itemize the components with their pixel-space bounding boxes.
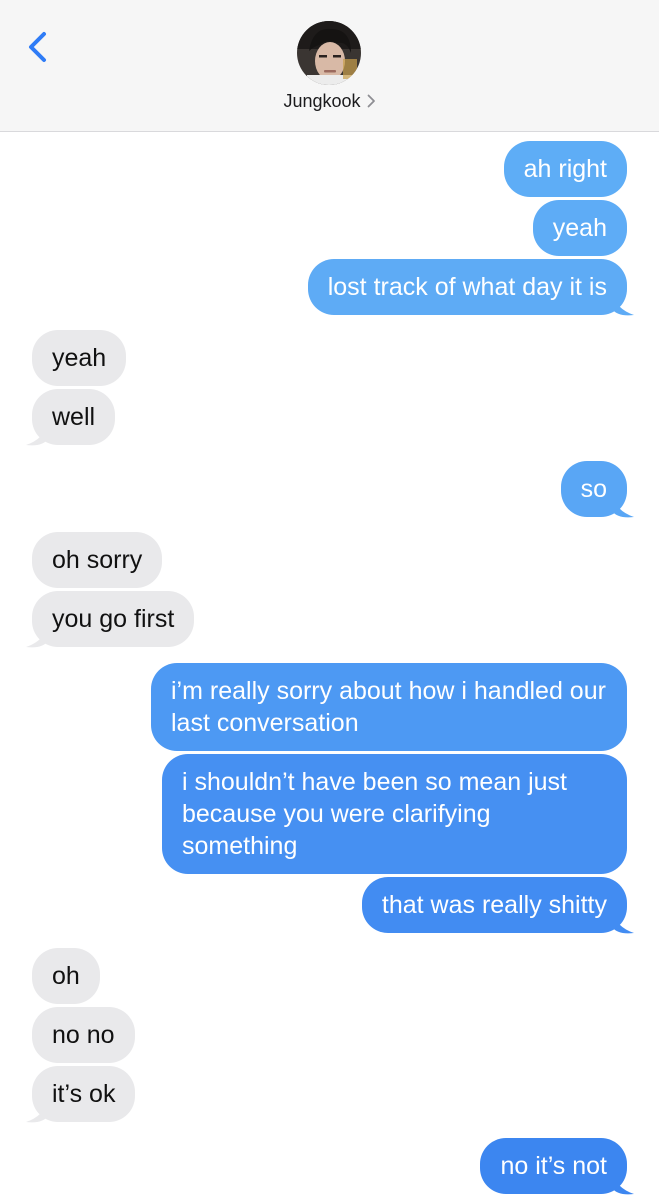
- bubble-tail-out: [612, 293, 634, 316]
- message-text: it’s ok: [52, 1080, 116, 1108]
- message-text: ah right: [523, 155, 607, 183]
- outgoing-message[interactable]: no it’s not: [480, 1138, 627, 1194]
- message-text: oh: [52, 962, 80, 990]
- bubble-tail-out: [612, 495, 634, 518]
- message-text: that was really shitty: [381, 891, 607, 919]
- contact-name-label: Jungkook: [283, 91, 361, 111]
- outgoing-message[interactable]: yeah: [532, 200, 627, 256]
- message-text: no it’s not: [500, 1152, 607, 1180]
- contact-name[interactable]: Jungkook: [0, 91, 659, 112]
- message-text: i shouldn’t have been so mean just becau…: [182, 768, 567, 860]
- message-text: you go first: [52, 605, 175, 633]
- bubble-tail-in: [26, 423, 48, 446]
- message-text: yeah: [52, 344, 107, 372]
- incoming-message[interactable]: no no: [32, 1007, 135, 1063]
- message-text: lost track of what day it is: [327, 273, 607, 301]
- incoming-message[interactable]: oh: [32, 948, 100, 1004]
- outgoing-message[interactable]: i shouldn’t have been so mean just becau…: [162, 754, 627, 874]
- message-text: no no: [52, 1021, 115, 1049]
- message-text: well: [52, 403, 96, 431]
- message-text: so: [580, 475, 607, 503]
- bubble-tail-in: [26, 1100, 48, 1123]
- message-text: i’m really sorry about how i handled our…: [171, 677, 606, 737]
- conversation-header: Jungkook: [0, 0, 659, 132]
- outgoing-message[interactable]: ah right: [503, 141, 627, 197]
- outgoing-message[interactable]: that was really shitty: [361, 877, 627, 933]
- avatar[interactable]: [297, 21, 361, 85]
- bubble-tail-out: [612, 1172, 634, 1195]
- incoming-message[interactable]: yeah: [32, 330, 127, 386]
- bubble-tail-in: [26, 625, 48, 648]
- back-button[interactable]: [20, 26, 56, 70]
- chevron-right-icon: [367, 94, 375, 108]
- message-text: oh sorry: [52, 546, 143, 574]
- incoming-message[interactable]: you go first: [32, 591, 195, 647]
- message-thread: ah right yeah lost track of what day it …: [0, 133, 659, 1200]
- chevron-left-icon: [29, 32, 46, 62]
- outgoing-message[interactable]: lost track of what day it is: [307, 259, 627, 315]
- outgoing-message[interactable]: i’m really sorry about how i handled our…: [151, 663, 627, 751]
- contact-avatar-image: [297, 21, 361, 85]
- message-text: yeah: [552, 214, 607, 242]
- bubble-tail-out: [612, 911, 634, 934]
- incoming-message[interactable]: oh sorry: [32, 532, 163, 588]
